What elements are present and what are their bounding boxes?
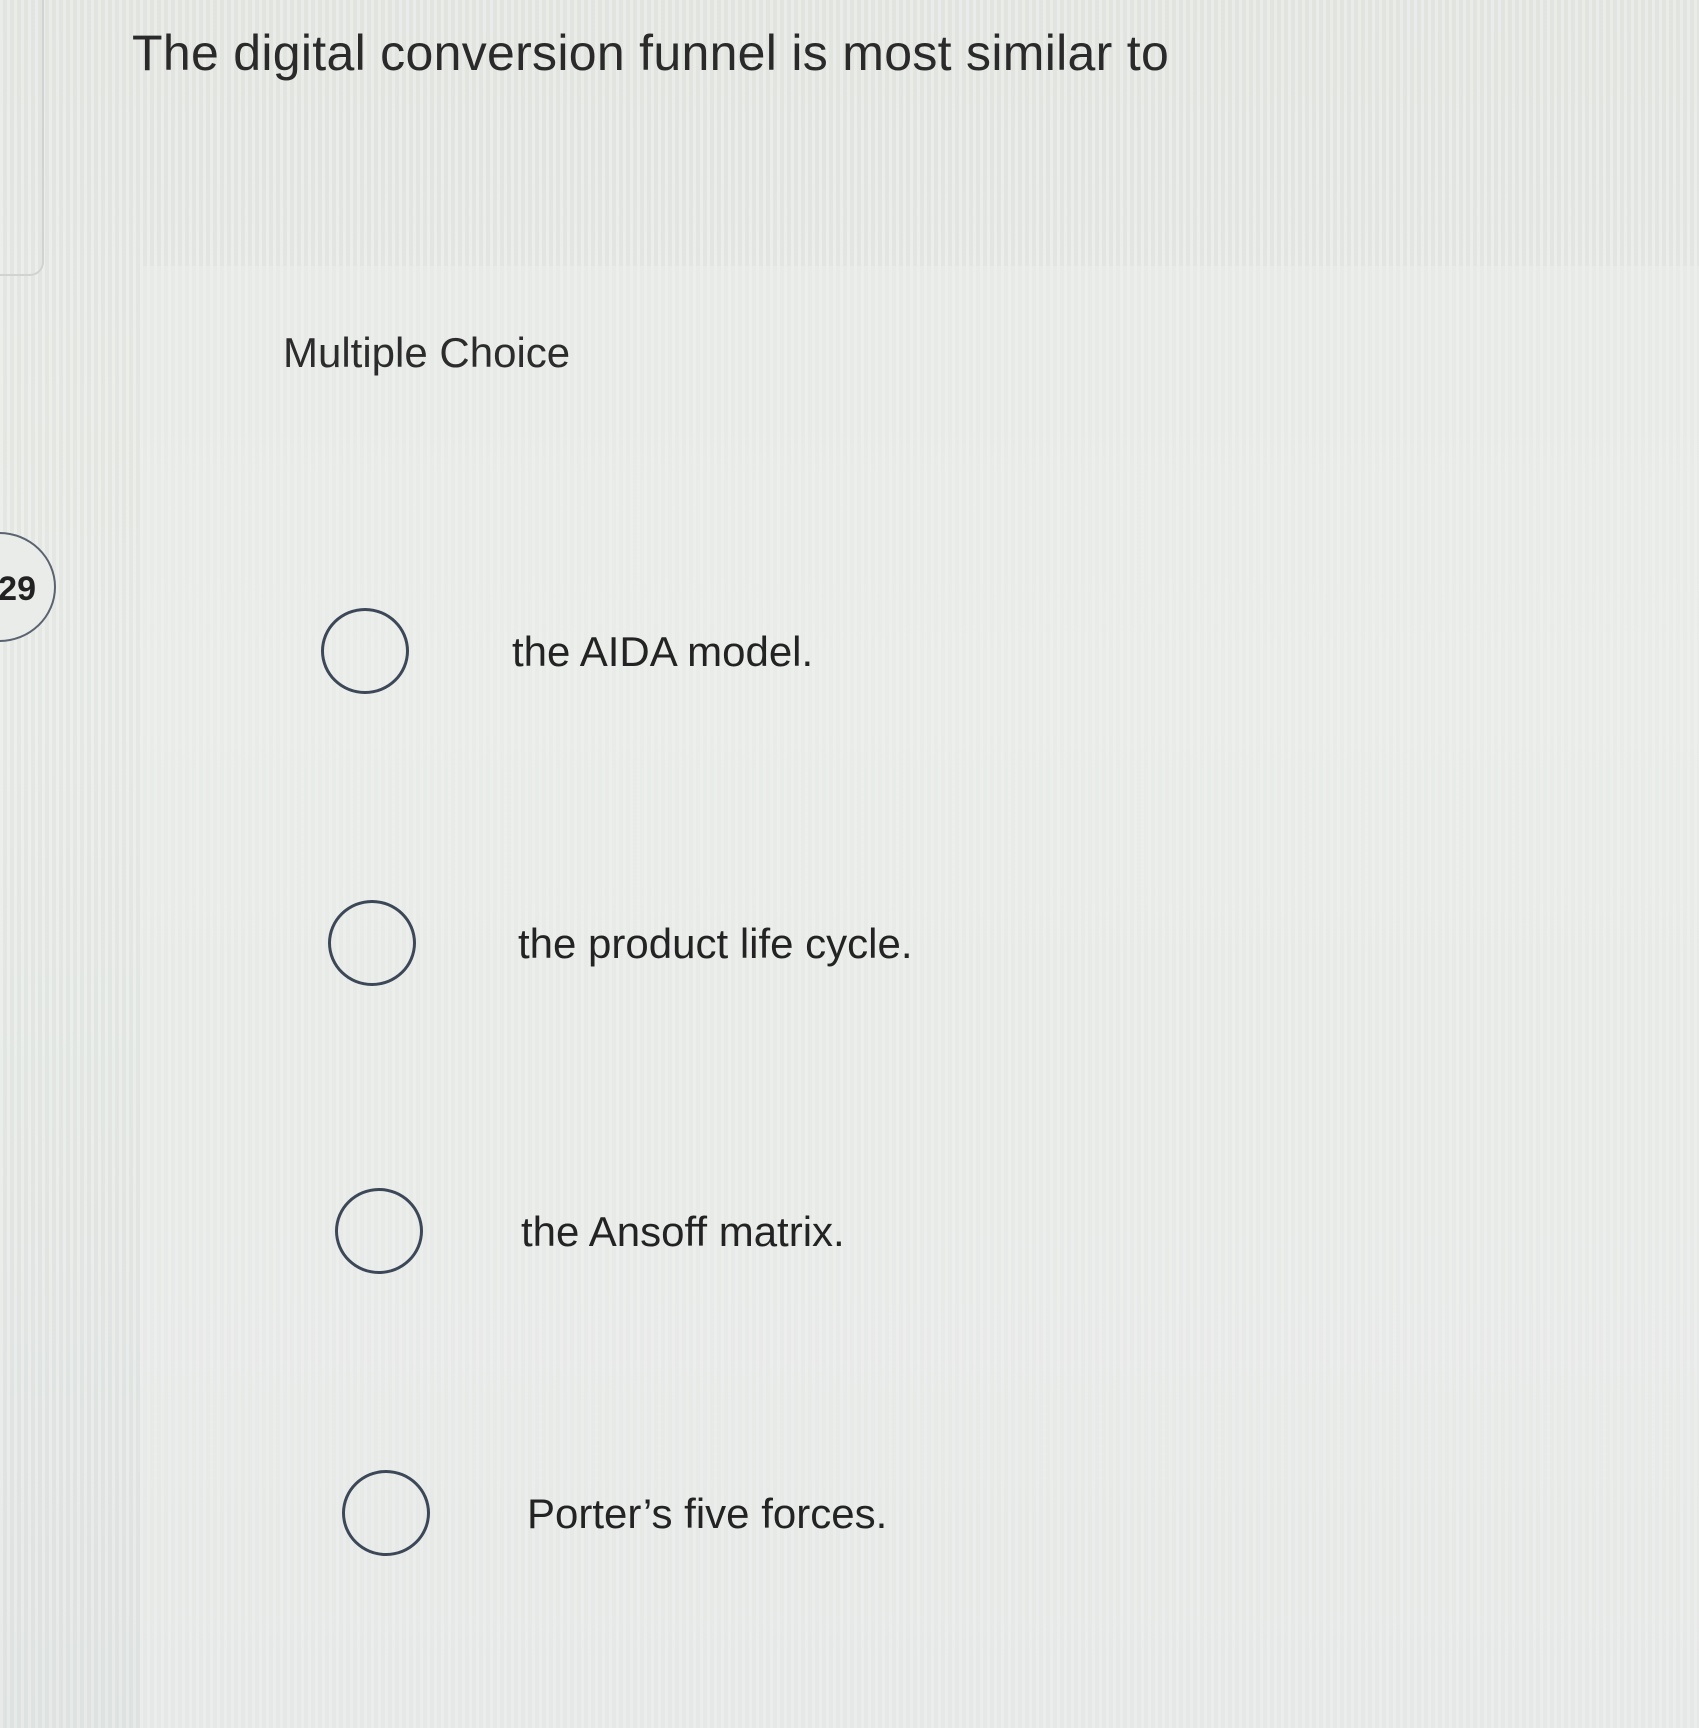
- question-number: 29: [0, 570, 36, 608]
- previous-card-edge: [0, 0, 44, 276]
- question-type-label: Multiple Choice: [283, 329, 571, 376]
- answer-option-label[interactable]: the AIDA model.: [512, 628, 813, 676]
- answer-option-label[interactable]: Porter’s five forces.: [527, 1490, 887, 1538]
- question-text: The digital conversion funnel is most si…: [132, 25, 1170, 81]
- quiz-screen: 29 The digital conversion funnel is most…: [0, 0, 1699, 1728]
- question-number-badge[interactable]: 29: [0, 532, 56, 642]
- radio-button[interactable]: [328, 900, 416, 986]
- radio-button[interactable]: [342, 1470, 430, 1556]
- radio-button[interactable]: [321, 608, 409, 694]
- radio-button[interactable]: [335, 1188, 423, 1274]
- answer-option-label[interactable]: the Ansoff matrix.: [521, 1208, 845, 1256]
- answer-option-label[interactable]: the product life cycle.: [518, 920, 913, 968]
